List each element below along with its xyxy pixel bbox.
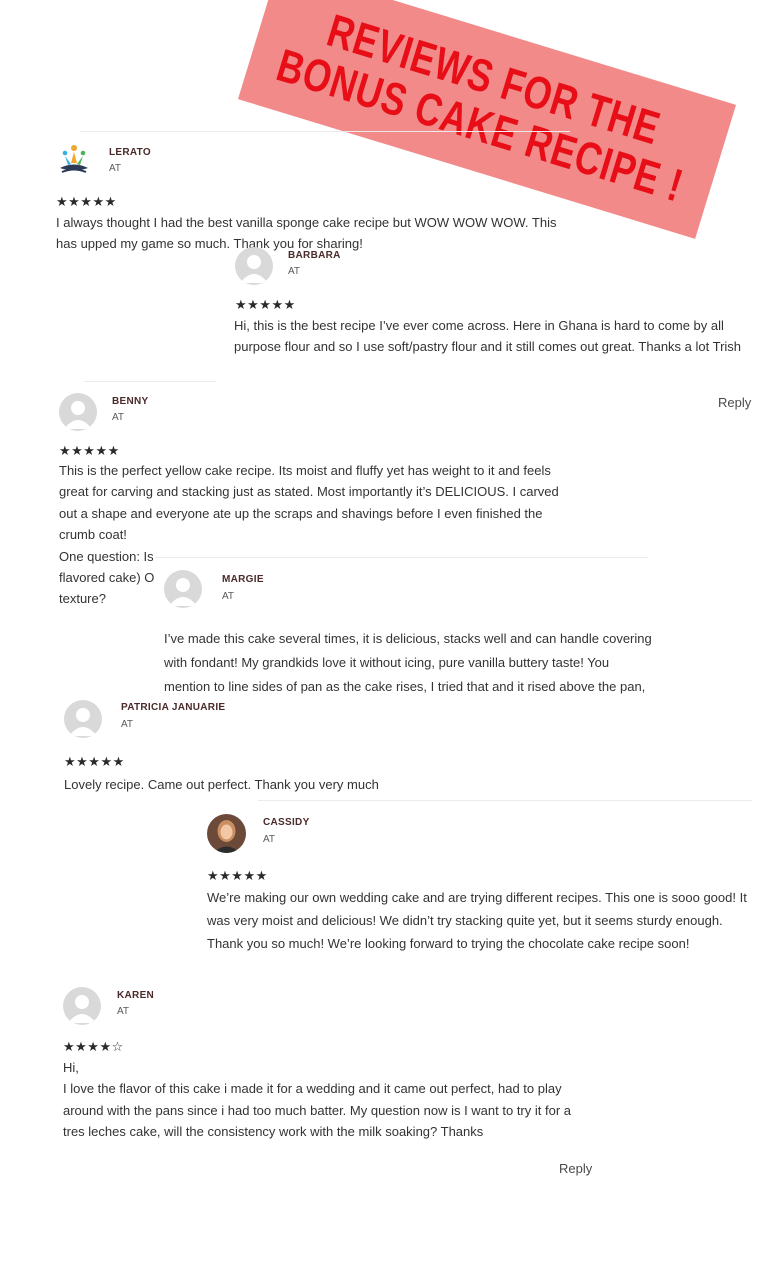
divider: [80, 131, 570, 132]
review-text: Hi, this is the best recipe I’ve ever co…: [234, 318, 742, 355]
avatar-placeholder: [63, 987, 101, 1025]
reviewer-name: MARGIE: [222, 574, 264, 585]
promo-banner: REVIEWS FOR THE BONUS CAKE RECIPE !: [237, 0, 737, 239]
reviewer-name: PATRICIA JANUARIE: [121, 702, 226, 713]
star-rating: ★★★★★: [56, 194, 117, 209]
review-date: AT: [263, 834, 276, 845]
reviewer-name: KAREN: [117, 990, 155, 1001]
review-date: AT: [109, 163, 122, 174]
divider: [84, 381, 216, 382]
review-greeting: Hi,: [63, 1060, 79, 1075]
star-rating: ★★★★★: [59, 443, 120, 458]
review-text: I’ve made this cake several times, it is…: [164, 631, 652, 694]
reply-link[interactable]: Reply: [718, 395, 751, 410]
review-date: AT: [222, 591, 235, 602]
reviewer-name: BARBARA: [288, 250, 341, 261]
reviewer-name: LERATO: [109, 147, 151, 158]
star-rating: ★★★★★: [64, 754, 125, 769]
reply-link[interactable]: Reply: [559, 1161, 592, 1176]
divider: [155, 557, 648, 558]
avatar-placeholder: [164, 570, 202, 608]
star-rating: ★★★★★: [207, 868, 268, 883]
review-text: We’re making our own wedding cake and ar…: [207, 890, 747, 951]
review-text: Lovely recipe. Came out perfect. Thank y…: [64, 777, 379, 792]
review-date: AT: [117, 1006, 130, 1017]
reviewer-name: CASSIDY: [263, 817, 310, 828]
reviewer-name: BENNY: [112, 396, 149, 407]
avatar-logo: [56, 143, 92, 179]
review-body: This is the perfect yellow cake recipe. …: [59, 463, 559, 543]
divider: [258, 800, 752, 801]
star-rating: ★★★★☆: [63, 1039, 124, 1054]
review-date: AT: [112, 412, 125, 423]
review-date: AT: [121, 719, 134, 730]
review-body: I love the flavor of this cake i made it…: [63, 1081, 571, 1140]
review-text: Hi, I love the flavor of this cake i mad…: [63, 1057, 583, 1143]
review-date: AT: [288, 266, 301, 277]
avatar-placeholder: [64, 700, 102, 738]
star-rating: ★★★★★: [235, 297, 296, 312]
avatar-placeholder: [235, 247, 273, 285]
avatar-placeholder: [59, 393, 97, 431]
overlapping-review-card: MARGIE AT I’ve made this cake several ti…: [155, 557, 655, 700]
avatar-photo: [207, 814, 246, 853]
review-text: I always thought I had the best vanilla …: [56, 215, 557, 252]
